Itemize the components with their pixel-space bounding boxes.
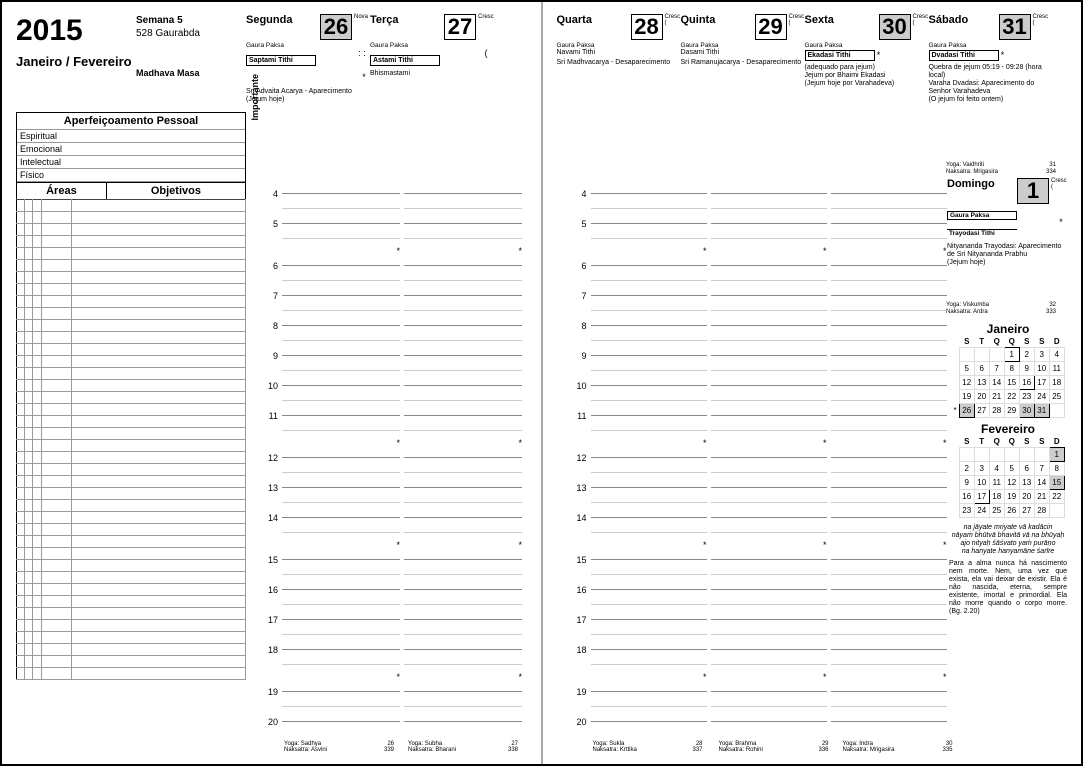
day-header-tue: Terça 27 Cresc Gaura Paksa Astami Tithi … xyxy=(370,14,492,104)
weekday: Segunda xyxy=(246,14,320,26)
quote: na jāyate mriyate vā kadācin nāyaṁ bhūtv… xyxy=(949,524,1067,617)
pi-title: Aperfeiçoamento Pessoal xyxy=(17,113,245,130)
importante-label: Importante xyxy=(250,74,260,121)
tithi: Saptami Tithi xyxy=(246,55,316,66)
areas-header: Áreas xyxy=(17,183,107,200)
right-header: Quarta28Cresc( Gaura Paksa Navami Tithi … xyxy=(557,14,1068,104)
day-events: Bhismastami xyxy=(370,70,492,78)
personal-improvement-box: Aperfeiçoamento Pessoal Espiritual Emoci… xyxy=(16,112,246,183)
day-header-sun: Domingo1Cresc( Gaura PaksaTrayodasi Tith… xyxy=(947,178,1065,267)
minical-jan: JaneiroSTQQSSD12345678910111213141516171… xyxy=(949,322,1067,418)
pi-row: Físico xyxy=(17,169,245,182)
yoga-nak-mon: Yoga: Sadhya26 Naksatra: Asvini339 xyxy=(284,741,394,754)
left-page: 2015 Janeiro / Fevereiro Semana 5 528 Ga… xyxy=(2,2,542,764)
left-header: 2015 Janeiro / Fevereiro Semana 5 528 Ga… xyxy=(16,14,527,104)
day-number: 27 xyxy=(444,14,476,40)
yoga-nak-sun: Yoga: Viskumba32 Naksatra: Ardra333 xyxy=(946,302,1056,315)
months: Janeiro / Fevereiro xyxy=(16,54,136,69)
areas-objectives-table: ÁreasObjetivos xyxy=(16,182,246,200)
hour-grid-left: 45**67891011**121314**15161718**1920 xyxy=(264,186,524,729)
day-header-sat: Sábado31Cresc( Gaura Paksa Dvadasi Tithi… xyxy=(929,14,1047,104)
week-label: Semana 5 xyxy=(136,14,246,27)
pi-row: Intelectual xyxy=(17,156,245,169)
day-events: Sri Advaita Acarya - Aparecimento (Jejum… xyxy=(246,88,368,104)
planner-spread: 2015 Janeiro / Fevereiro Semana 5 528 Ga… xyxy=(0,0,1083,766)
masa: Madhava Masa xyxy=(136,68,246,80)
day-header-mon: Segunda 26 Nova Gaura Paksa Saptami Tith… xyxy=(246,14,368,104)
pi-row: Espiritual xyxy=(17,130,245,143)
ao-body xyxy=(16,199,246,680)
day-header-wed: Quarta28Cresc( Gaura Paksa Navami Tithi … xyxy=(557,14,679,104)
day-number: 26 xyxy=(320,14,352,40)
day-header-thu: Quinta29Cresc( Gaura Paksa Dasami Tithi … xyxy=(681,14,803,104)
gaurabda: 528 Gaurabda xyxy=(136,27,246,40)
year: 2015 xyxy=(16,14,136,48)
yoga-nak-tue: Yoga: Subha27 Naksatra: Bharani338 xyxy=(408,741,518,754)
minical-feb: FevereiroSTQQSSD123456789101112131415161… xyxy=(949,422,1067,518)
weekday: Terça xyxy=(370,14,444,26)
objectives-header: Objetivos xyxy=(106,183,245,200)
yoga-nak-sat: Yoga: Vaidhriti31 Naksatra: Mrigasira334 xyxy=(946,162,1056,175)
yoga-nak-fri: Yoga: Indra30 Naksatra: Mrigasira335 xyxy=(843,741,953,754)
pi-row: Emocional xyxy=(17,143,245,156)
minical-block: JaneiroSTQQSSD12345678910111213141516171… xyxy=(949,318,1067,617)
right-page: Quarta28Cresc( Gaura Paksa Navami Tithi … xyxy=(542,2,1082,764)
hour-grid-right: 45***67891011***121314***15161718***1920 xyxy=(573,186,949,729)
day-header-fri: Sexta30Cresc( Gaura Paksa Ekadasi Tithi*… xyxy=(805,14,927,104)
yoga-nak-thu: Yoga: Brahma29 Naksatra: Rohini336 xyxy=(719,741,829,754)
yoga-nak-wed: Yoga: Sukla28 Naksatra: Krttika337 xyxy=(593,741,703,754)
tithi: Astami Tithi xyxy=(370,55,440,66)
